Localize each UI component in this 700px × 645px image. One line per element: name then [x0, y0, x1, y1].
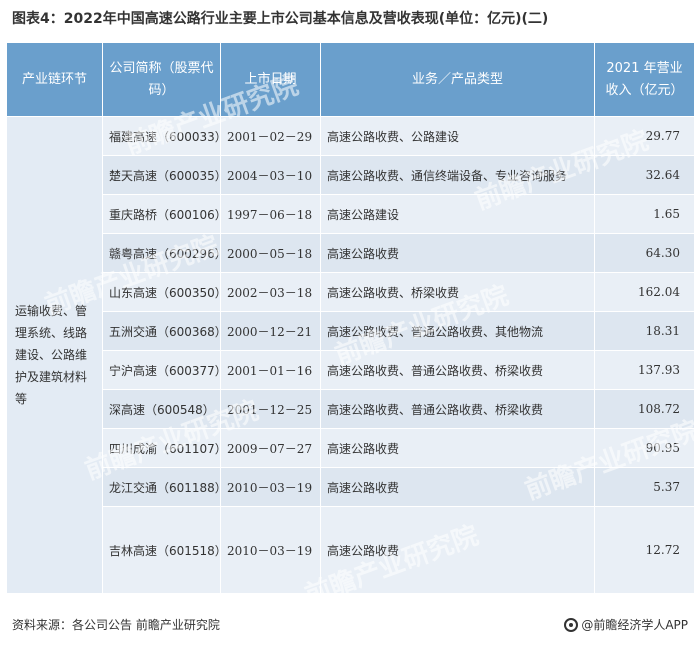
footer: 资料来源：各公司公告 前瞻产业研究院 @前瞻经济学人APP [12, 614, 692, 636]
revenue-cell: 108.72 [594, 389, 695, 429]
table-row: 宁沪高速（600377） 2001－01－16 高速公路收费、普通公路收费、桥梁收费… [7, 350, 695, 390]
business-cell: 高速公路收费、普通公路收费、桥梁收费 [320, 350, 595, 390]
header-business: 业务／产品类型 [320, 42, 595, 117]
date-cell: 2004－03－10 [220, 155, 321, 195]
company-table: 产业链环节 公司简称（股票代码） 上市日期 业务／产品类型 2021 年营业收入… [6, 42, 695, 594]
business-cell: 高速公路收费、公路建设 [320, 116, 595, 156]
business-cell: 高速公路收费、普通公路收费、桥梁收费 [320, 389, 595, 429]
chart-title: 图表4：2022年中国高速公路行业主要上市公司基本信息及营收表现(单位：亿元)(… [12, 11, 549, 27]
company-cell: 赣粤高速（600296） [102, 233, 221, 273]
table-row: 吉林高速（601518） 2010－03－19 高速公路收费 12.72 [7, 506, 695, 594]
revenue-cell: 32.64 [594, 155, 695, 195]
brand-logo-icon [564, 618, 579, 632]
table-body: 运输收费、管理系统、线路建设、公路维护及建筑材料等 福建高速（600033） 200… [6, 116, 695, 594]
business-cell: 高速公路收费 [320, 506, 595, 594]
company-cell: 深高速（600548） [102, 389, 221, 429]
business-cell: 高速公路建设 [320, 194, 595, 234]
business-cell: 高速公路收费、桥梁收费 [320, 272, 595, 312]
revenue-cell: 5.37 [594, 467, 695, 507]
date-cell: 2010－03－19 [220, 506, 321, 594]
table-header-row: 产业链环节 公司简称（股票代码） 上市日期 业务／产品类型 2021 年营业收入… [6, 42, 695, 117]
table-row: 楚天高速（600035） 2004－03－10 高速公路收费、通信终端设备、专业咨询… [7, 155, 695, 195]
company-cell: 宁沪高速（600377） [102, 350, 221, 390]
table-row: 五洲交通（600368） 2000－12－21 高速公路收费、普通公路收费、其他物流… [7, 311, 695, 351]
date-cell: 2010－03－19 [220, 467, 321, 507]
revenue-cell: 90.95 [594, 428, 695, 468]
brand: @前瞻经济学人APP [564, 614, 688, 636]
company-cell: 五洲交通（600368） [102, 311, 221, 351]
business-cell: 高速公路收费、通信终端设备、专业咨询服务 [320, 155, 595, 195]
company-cell: 四川成渝（601107） [102, 428, 221, 468]
header-segment: 产业链环节 [6, 42, 103, 117]
business-cell: 高速公路收费 [320, 467, 595, 507]
date-cell: 1997－06－18 [220, 194, 321, 234]
company-cell: 福建高速（600033） [102, 116, 221, 156]
table-row: 重庆路桥（600106） 1997－06－18 高速公路建设 1.65 [7, 194, 695, 234]
source-note: 资料来源：各公司公告 前瞻产业研究院 [12, 618, 220, 632]
company-cell: 楚天高速（600035） [102, 155, 221, 195]
brand-label: @前瞻经济学人APP [581, 618, 688, 632]
table-row: 赣粤高速（600296） 2000－05－18 高速公路收费 64.30 [7, 233, 695, 273]
company-cell: 吉林高速（601518） [102, 506, 221, 594]
header-revenue: 2021 年营业收入（亿元） [594, 42, 695, 117]
header-date: 上市日期 [220, 42, 321, 117]
business-cell: 高速公路收费 [320, 428, 595, 468]
date-cell: 2001－12－25 [220, 389, 321, 429]
date-cell: 2001－01－16 [220, 350, 321, 390]
date-cell: 2001－02－29 [220, 116, 321, 156]
revenue-cell: 137.93 [594, 350, 695, 390]
revenue-cell: 162.04 [594, 272, 695, 312]
revenue-cell: 18.31 [594, 311, 695, 351]
table-row: 运输收费、管理系统、线路建设、公路维护及建筑材料等 福建高速（600033） 200… [6, 116, 695, 594]
revenue-cell: 1.65 [594, 194, 695, 234]
table-row: 山东高速（600350） 2002－03－18 高速公路收费、桥梁收费 162.04 [7, 272, 695, 312]
segment-cell: 运输收费、管理系统、线路建设、公路维护及建筑材料等 [6, 116, 103, 594]
table-row: 四川成渝（601107） 2009－07－27 高速公路收费 90.95 [7, 428, 695, 468]
date-cell: 2009－07－27 [220, 428, 321, 468]
table-row: 龙江交通（601188） 2010－03－19 高速公路收费 5.37 [7, 467, 695, 507]
company-cell: 山东高速（600350） [102, 272, 221, 312]
company-cell: 重庆路桥（600106） [102, 194, 221, 234]
revenue-cell: 12.72 [594, 506, 695, 594]
business-cell: 高速公路收费 [320, 233, 595, 273]
revenue-cell: 64.30 [594, 233, 695, 273]
date-cell: 2000－12－21 [220, 311, 321, 351]
date-cell: 2002－03－18 [220, 272, 321, 312]
company-cell: 龙江交通（601188） [102, 467, 221, 507]
date-cell: 2000－05－18 [220, 233, 321, 273]
business-cell: 高速公路收费、普通公路收费、其他物流 [320, 311, 595, 351]
revenue-cell: 29.77 [594, 116, 695, 156]
header-company: 公司简称（股票代码） [102, 42, 221, 117]
table-row: 深高速（600548） 2001－12－25 高速公路收费、普通公路收费、桥梁收费 1… [7, 389, 695, 429]
